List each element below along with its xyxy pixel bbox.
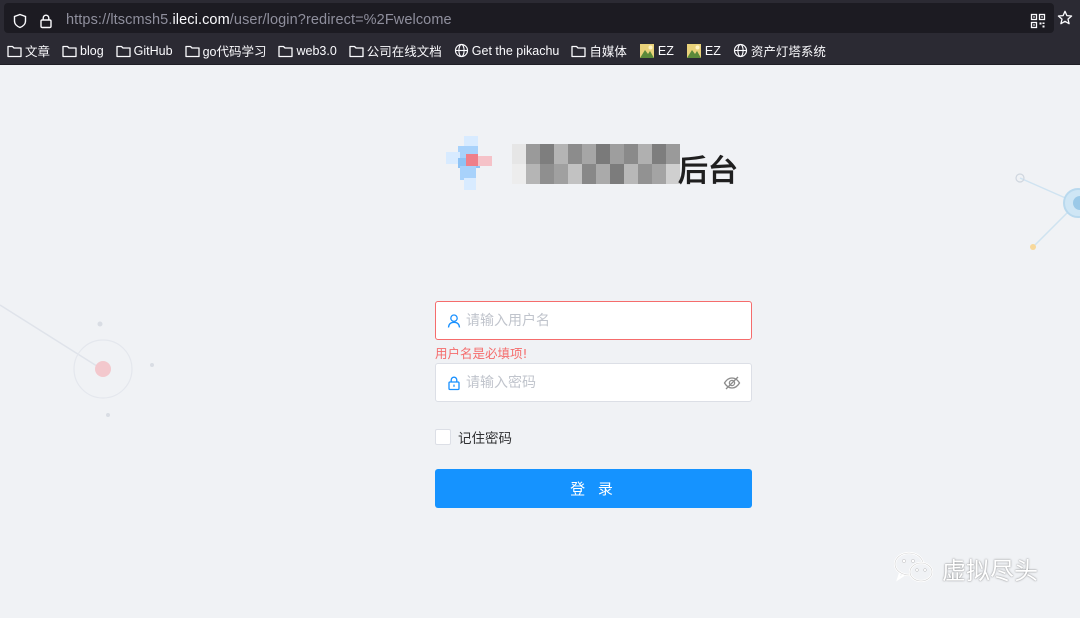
bookmark-item[interactable]: EZ — [636, 40, 677, 62]
star-bookmark-icon[interactable] — [1057, 10, 1073, 26]
bookmark-label: Get the pikachu — [471, 43, 560, 58]
globe-icon — [733, 43, 751, 58]
page-title: 后台 — [678, 154, 738, 189]
browser-toolbar: https://ltscmsh5.ileci.com/user/login?re… — [0, 0, 1080, 37]
bookmark-label: 自媒体 — [589, 45, 627, 59]
lock-icon[interactable] — [38, 13, 54, 29]
globe-icon — [454, 43, 472, 58]
bookmark-label: 文章 — [25, 45, 51, 59]
image-favicon-icon — [686, 43, 705, 59]
user-icon — [447, 313, 461, 328]
qr-code-icon[interactable] — [1030, 13, 1046, 29]
username-field[interactable] — [435, 301, 752, 340]
bookmark-label: web3.0 — [296, 43, 337, 58]
bookmark-item[interactable]: GitHub — [113, 40, 176, 62]
bookmark-item[interactable]: web3.0 — [275, 40, 339, 62]
logo-icon — [446, 136, 492, 190]
folder-icon — [62, 44, 80, 58]
remember-password[interactable]: 记住密码 — [435, 427, 512, 447]
bookmark-label: EZ — [657, 43, 674, 58]
bookmark-label: blog — [80, 43, 104, 58]
folder-icon — [571, 44, 589, 58]
pixelated-title — [512, 144, 680, 184]
url-text[interactable]: https://ltscmsh5.ileci.com/user/login?re… — [66, 12, 452, 28]
shield-icon[interactable] — [12, 13, 28, 29]
bookmark-item[interactable]: 自媒体 — [568, 40, 630, 62]
lock-icon — [448, 376, 460, 390]
remember-password-label[interactable]: 记住密码 — [458, 427, 512, 447]
bookmark-label: go代码学习 — [202, 45, 267, 59]
login-button[interactable]: 登 录 — [435, 469, 752, 508]
wechat-icon — [893, 551, 934, 583]
folder-icon — [7, 44, 25, 58]
bookmark-label: GitHub — [133, 43, 173, 58]
bookmark-item[interactable]: blog — [59, 40, 107, 62]
watermark: 虚拟尽头 — [892, 550, 1038, 586]
folder-icon — [278, 44, 296, 58]
image-favicon-icon — [639, 43, 658, 59]
watermark-text: 虚拟尽头 — [942, 556, 1038, 585]
bookmark-item[interactable]: go代码学习 — [182, 40, 270, 62]
password-input[interactable] — [466, 364, 723, 401]
bookmark-item[interactable]: 公司在线文档 — [346, 40, 445, 62]
folder-icon — [349, 44, 367, 58]
bookmark-item[interactable]: Get the pikachu — [451, 40, 563, 62]
address-bar[interactable]: https://ltscmsh5.ileci.com/user/login?re… — [4, 3, 1054, 33]
bookmark-label: EZ — [704, 43, 721, 58]
username-input[interactable] — [466, 302, 751, 339]
password-field[interactable] — [435, 363, 752, 402]
bookmarks-toolbar: 文章 blog GitHub go代码学习 web3.0 公司在线文档 Get the pi… — [0, 37, 1080, 65]
folder-icon — [116, 44, 134, 58]
eye-hidden-icon[interactable] — [723, 374, 741, 392]
username-error-message: 用户名是必填项! — [435, 346, 528, 361]
bookmark-label: 公司在线文档 — [366, 45, 442, 59]
remember-password-checkbox[interactable] — [435, 429, 451, 445]
bookmark-item[interactable]: 文章 — [4, 40, 53, 62]
folder-icon — [184, 44, 203, 58]
bookmark-item[interactable]: EZ — [683, 40, 724, 62]
bookmark-item[interactable]: 资产灯塔系统 — [730, 40, 829, 62]
bookmark-label: 资产灯塔系统 — [750, 45, 826, 59]
